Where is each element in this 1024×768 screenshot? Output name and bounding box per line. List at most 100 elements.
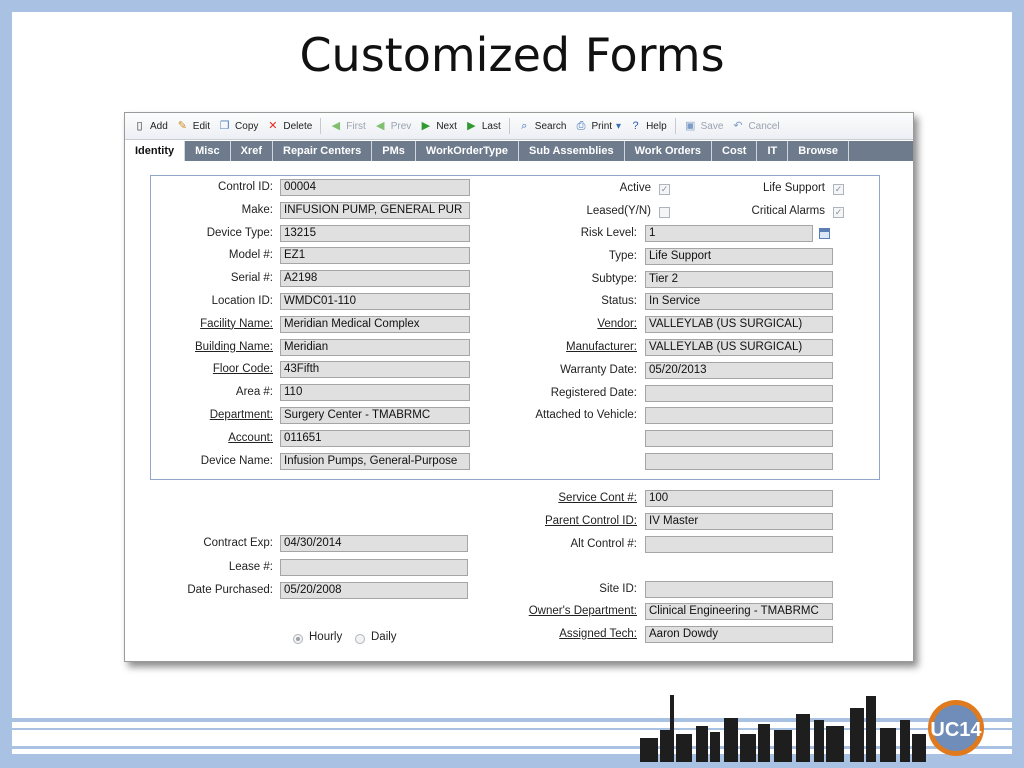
tab-workordertype[interactable]: WorkOrderType: [416, 141, 520, 161]
attached-to-vehicle-field[interactable]: [645, 407, 833, 425]
warranty-date-field[interactable]: 05/20/2013: [645, 361, 833, 379]
first-button-label: First: [346, 120, 366, 132]
help-button-label: Help: [646, 120, 667, 132]
tab-identity[interactable]: Identity: [125, 141, 186, 161]
save-button[interactable]: ▣ Save: [684, 115, 724, 137]
tab-misc[interactable]: Misc: [185, 141, 231, 161]
first-icon: ◀: [331, 119, 341, 132]
control-id-label: Control ID:: [218, 181, 273, 193]
parent-control-id-field[interactable]: IV Master: [645, 513, 833, 530]
service-cont-label[interactable]: Service Cont #:: [437, 492, 637, 504]
device-type-label: Device Type:: [206, 226, 273, 239]
account-field[interactable]: 011651: [280, 429, 470, 447]
tab-sub-assemblies[interactable]: Sub Assemblies: [519, 141, 625, 161]
daily-radio[interactable]: [355, 634, 365, 644]
tab-repair-centers[interactable]: Repair Centers: [273, 141, 373, 161]
assigned-tech-label[interactable]: Assigned Tech:: [437, 628, 637, 640]
account-label[interactable]: Account:: [73, 432, 273, 444]
save-icon: ▣: [684, 119, 696, 132]
manufacturer-field[interactable]: VALLEYLAB (US SURGICAL): [645, 339, 833, 356]
subtype-label: Subtype:: [591, 272, 637, 285]
add-icon: ▯: [136, 119, 143, 132]
status-label: Status:: [601, 295, 637, 308]
vendor-field[interactable]: VALLEYLAB (US SURGICAL): [645, 316, 833, 334]
next-button-label: Next: [436, 120, 457, 132]
cancel-button-label: Cancel: [748, 120, 780, 132]
lease-field[interactable]: [280, 559, 468, 576]
delete-button[interactable]: ✕ Delete: [266, 115, 312, 137]
edit-button-label: Edit: [192, 120, 211, 132]
search-button[interactable]: ⌕ Search: [518, 115, 566, 137]
parent-control-id-label[interactable]: Parent Control ID:: [437, 515, 637, 527]
hourly-radio-label: Hourly: [309, 631, 343, 643]
owner-s-department-label[interactable]: Owner's Department:: [437, 605, 637, 617]
print-button[interactable]: ⎙ Print ▾: [574, 115, 622, 137]
attached-to-vehicle-label: Attached to Vehicle:: [535, 409, 637, 422]
copy-button-label: Copy: [235, 120, 259, 132]
copy-icon: ❐: [219, 119, 230, 132]
help-button[interactable]: ? Help: [629, 115, 667, 137]
alt-control-field[interactable]: [645, 536, 833, 553]
status-field[interactable]: In Service: [645, 293, 833, 311]
hourly-radio[interactable]: [293, 634, 303, 644]
first-button[interactable]: ◀ First: [329, 115, 366, 137]
add-button-label: Add: [150, 120, 168, 132]
tab-work-orders[interactable]: Work Orders: [625, 141, 713, 161]
print-button-label: Print: [591, 120, 613, 132]
registered-date-field[interactable]: [645, 384, 833, 402]
type-label: Type:: [608, 249, 637, 262]
prev-button[interactable]: ◀ Prev: [374, 115, 412, 137]
critical-alarms-checkbox-label: Critical Alarms: [751, 205, 825, 217]
next-icon: ▶: [421, 119, 431, 132]
save-button-label: Save: [700, 120, 724, 132]
assigned-tech-field[interactable]: Aaron Dowdy: [645, 626, 833, 643]
alt-control-label: Alt Control #:: [570, 538, 637, 550]
cancel-button[interactable]: ↶ Cancel: [731, 115, 779, 137]
serial-label: Serial #:: [230, 272, 273, 285]
risk-level-field[interactable]: 1: [645, 225, 813, 242]
subtype-field[interactable]: Tier 2: [645, 270, 833, 288]
site-id-field[interactable]: [645, 581, 833, 598]
toolbar-separator: [508, 118, 510, 134]
risk-level-lookup-icon[interactable]: [819, 228, 830, 239]
vendor-label[interactable]: Vendor:: [437, 318, 637, 330]
life-support-checkbox-label: Life Support: [762, 182, 825, 194]
print-dropdown-icon[interactable]: ▾: [616, 121, 621, 132]
tab-xref[interactable]: Xref: [231, 141, 273, 161]
control-id-field[interactable]: 00004: [280, 179, 470, 196]
owner-s-department-field[interactable]: Clinical Engineering - TMABRMC: [645, 603, 833, 620]
manufacturer-label[interactable]: Manufacturer:: [437, 341, 637, 353]
last-button[interactable]: ▶ Last: [465, 115, 501, 137]
edit-button[interactable]: ✎ Edit: [176, 115, 210, 137]
prev-icon: ◀: [376, 119, 385, 132]
delete-button-label: Delete: [283, 120, 313, 132]
floor-code-label[interactable]: Floor Code:: [73, 363, 273, 375]
prev-button-label: Prev: [390, 120, 412, 132]
model-label: Model #:: [228, 249, 273, 262]
tab-cost[interactable]: Cost: [712, 141, 758, 161]
next-button[interactable]: ▶ Next: [419, 115, 457, 137]
device-name-field[interactable]: Infusion Pumps, General-Purpose: [280, 452, 470, 470]
copy-button[interactable]: ❐ Copy: [218, 115, 259, 137]
service-cont-field[interactable]: 100: [645, 490, 833, 507]
tab-browse[interactable]: Browse: [788, 141, 850, 161]
building-name-label[interactable]: Building Name:: [73, 341, 273, 353]
device-name-label: Device Name:: [200, 454, 273, 467]
extra-10-field[interactable]: [645, 453, 833, 470]
tab-pms[interactable]: PMs: [372, 141, 416, 161]
active-checkbox-label: Active: [619, 182, 651, 194]
facility-name-label[interactable]: Facility Name:: [73, 318, 273, 330]
toolbar: ▯ Add ✎ Edit ❐ Copy ✕ Delete ◀ First ◀ Prev ▶ Next ▶ La…: [125, 113, 913, 140]
last-icon: ▶: [467, 119, 476, 132]
leased-y-n-checkbox-label: Leased(Y/N): [586, 205, 651, 217]
last-button-label: Last: [481, 120, 501, 132]
life-support-checkbox[interactable]: ✓: [833, 184, 844, 195]
add-button[interactable]: ▯ Add: [133, 115, 168, 137]
tab-it[interactable]: IT: [757, 141, 789, 161]
critical-alarms-checkbox[interactable]: ✓: [833, 207, 844, 218]
area-label: Area #:: [235, 386, 273, 399]
department-label[interactable]: Department:: [73, 409, 273, 421]
make-field[interactable]: INFUSION PUMP, GENERAL PUR: [280, 201, 470, 219]
extra-9-field[interactable]: [645, 430, 833, 448]
type-field[interactable]: Life Support: [645, 247, 833, 265]
